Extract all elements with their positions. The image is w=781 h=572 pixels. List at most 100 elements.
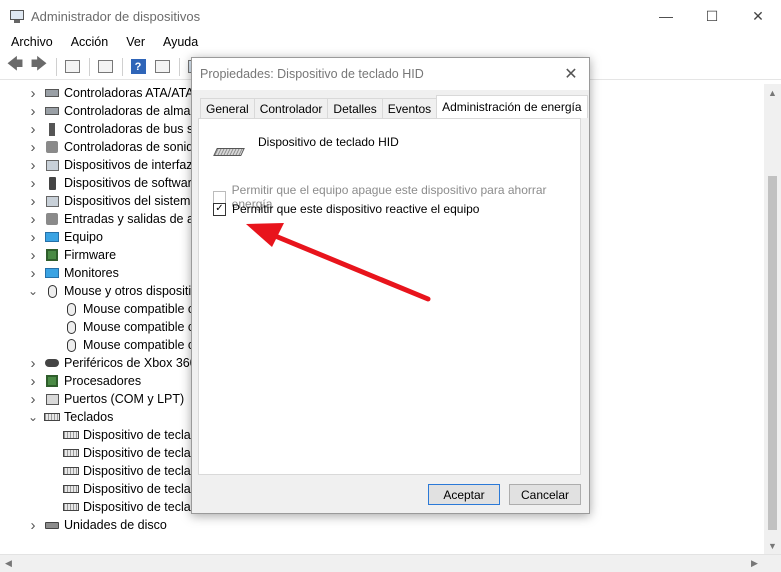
properties-icon[interactable] xyxy=(61,57,83,77)
mouse-icon xyxy=(44,284,60,298)
chevron-right-icon[interactable]: › xyxy=(26,121,40,138)
tree-item-label: Dispositivos de software xyxy=(64,176,199,190)
tree-item-label: Mouse compatible c xyxy=(83,338,195,352)
chevron-right-icon[interactable]: › xyxy=(26,85,40,102)
keyboard-icon xyxy=(63,428,79,442)
chevron-right-icon[interactable]: › xyxy=(26,175,40,192)
keyboard-icon xyxy=(63,464,79,478)
toolbar-separator xyxy=(56,57,57,76)
tree-item-label: Dispositivo de teclad xyxy=(83,500,198,514)
port-icon xyxy=(44,392,60,406)
close-button[interactable]: ✕ xyxy=(735,0,781,32)
chevron-right-icon[interactable]: › xyxy=(26,247,40,264)
chevron-down-icon[interactable]: ⌄ xyxy=(26,284,40,298)
mouse-icon xyxy=(63,338,79,352)
tree-item-label: Dispositivos del sistema xyxy=(64,194,198,208)
speaker-icon xyxy=(44,212,60,226)
hid-icon xyxy=(44,158,60,172)
tree-item-label: Dispositivo de teclad xyxy=(83,446,198,460)
scroll-left-icon[interactable]: ◀ xyxy=(0,555,17,572)
vertical-scrollbar[interactable]: ▲ ▼ xyxy=(764,84,781,554)
tab-detalles[interactable]: Detalles xyxy=(327,98,383,118)
back-arrow-icon[interactable]: 🡄 xyxy=(4,56,26,77)
dialog-tabs: General Controlador Detalles Eventos Adm… xyxy=(200,95,588,118)
ok-button[interactable]: Aceptar xyxy=(428,484,500,505)
device-manager-icon xyxy=(9,8,25,24)
menu-ver[interactable]: Ver xyxy=(115,35,152,49)
system-icon xyxy=(44,194,60,208)
dialog-title: Propiedades: Dispositivo de teclado HID xyxy=(200,67,424,81)
tree-item-label: Entradas y salidas de au xyxy=(64,212,201,226)
storage-icon xyxy=(44,104,60,118)
keyboard-icon xyxy=(44,410,60,424)
tree-item-label: Equipo xyxy=(64,230,103,244)
chevron-right-icon[interactable]: › xyxy=(26,517,40,534)
chevron-right-icon[interactable]: › xyxy=(26,139,40,156)
scroll-up-icon[interactable]: ▲ xyxy=(764,84,781,101)
tree-item-label: Controladoras de almac xyxy=(64,104,197,118)
allow-wake-checkbox[interactable]: ✓ xyxy=(213,202,226,216)
chevron-right-icon[interactable]: › xyxy=(26,211,40,228)
monitor-icon xyxy=(44,266,60,280)
tree-item-label: Firmware xyxy=(64,248,117,262)
toolbar-separator xyxy=(122,57,123,76)
chevron-right-icon[interactable]: › xyxy=(26,373,40,390)
window-titlebar: Administrador de dispositivos — ☐ ✕ xyxy=(0,0,781,32)
speaker-icon xyxy=(44,140,60,154)
keyboard-icon xyxy=(63,446,79,460)
chevron-right-icon[interactable]: › xyxy=(26,229,40,246)
horizontal-scrollbar[interactable]: ◀ ▶ xyxy=(0,554,781,572)
tree-item-label: Dispositivo de teclad xyxy=(83,482,198,496)
tree-item-label: Teclados xyxy=(64,410,114,424)
tree-item-label: Mouse y otros dispositiv xyxy=(64,284,198,298)
mouse-icon xyxy=(63,302,79,316)
drive-icon xyxy=(44,86,60,100)
menu-ayuda[interactable]: Ayuda xyxy=(152,35,205,49)
chevron-right-icon[interactable]: › xyxy=(26,193,40,210)
usb-icon xyxy=(44,122,60,136)
tab-controlador[interactable]: Controlador xyxy=(253,98,329,118)
allow-wake-option[interactable]: ✓ Permitir que este dispositivo reactive… xyxy=(213,202,479,216)
phone-icon xyxy=(44,176,60,190)
maximize-button[interactable]: ☐ xyxy=(689,0,735,32)
chevron-right-icon[interactable]: › xyxy=(26,103,40,120)
dialog-close-icon[interactable]: ✕ xyxy=(559,62,583,86)
cancel-button[interactable]: Cancelar xyxy=(509,484,581,505)
view-icon[interactable] xyxy=(94,57,116,77)
help-icon[interactable]: ? xyxy=(127,57,149,77)
scroll-down-icon[interactable]: ▼ xyxy=(764,537,781,554)
toolbar-separator xyxy=(179,57,180,76)
allow-wake-label[interactable]: Permitir que este dispositivo reactive e… xyxy=(232,202,479,216)
tree-item-label: Procesadores xyxy=(64,374,142,388)
forward-arrow-icon[interactable]: 🡆 xyxy=(28,56,50,77)
tree-item-label: Dispositivos de interfaz c xyxy=(64,158,203,172)
properties-dialog: Propiedades: Dispositivo de teclado HID … xyxy=(191,57,590,514)
menu-archivo[interactable]: Archivo xyxy=(0,35,60,49)
scroll-right-icon[interactable]: ▶ xyxy=(746,555,763,572)
tab-eventos[interactable]: Eventos xyxy=(381,98,438,118)
tab-administracion-energia[interactable]: Administración de energía xyxy=(436,95,588,118)
menu-bar: Archivo Acción Ver Ayuda xyxy=(0,32,781,52)
device-name: Dispositivo de teclado HID xyxy=(258,135,399,149)
chevron-right-icon[interactable]: › xyxy=(26,157,40,174)
tree-category-item[interactable]: › Unidades de disco xyxy=(0,516,762,534)
chevron-right-icon[interactable]: › xyxy=(26,391,40,408)
dialog-titlebar: Propiedades: Dispositivo de teclado HID … xyxy=(192,58,589,90)
tree-item-label: Monitores xyxy=(64,266,119,280)
chevron-right-icon[interactable]: › xyxy=(26,265,40,282)
action-icon[interactable] xyxy=(151,57,173,77)
minimize-button[interactable]: — xyxy=(643,0,689,32)
keyboard-icon xyxy=(63,482,79,496)
chevron-down-icon[interactable]: ⌄ xyxy=(26,410,40,424)
window-title: Administrador de dispositivos xyxy=(31,8,201,24)
power-management-panel: Dispositivo de teclado HID Permitir que … xyxy=(198,118,581,475)
monitor-icon xyxy=(44,230,60,244)
scrollbar-thumb[interactable] xyxy=(768,176,777,530)
tree-item-label: Controladoras ATA/ATA xyxy=(64,86,194,100)
chip-icon xyxy=(44,248,60,262)
chevron-right-icon[interactable]: › xyxy=(26,355,40,372)
toolbar-separator xyxy=(89,57,90,76)
tab-general[interactable]: General xyxy=(200,98,255,118)
menu-accion[interactable]: Acción xyxy=(60,35,116,49)
tree-item-label: Unidades de disco xyxy=(64,518,167,532)
